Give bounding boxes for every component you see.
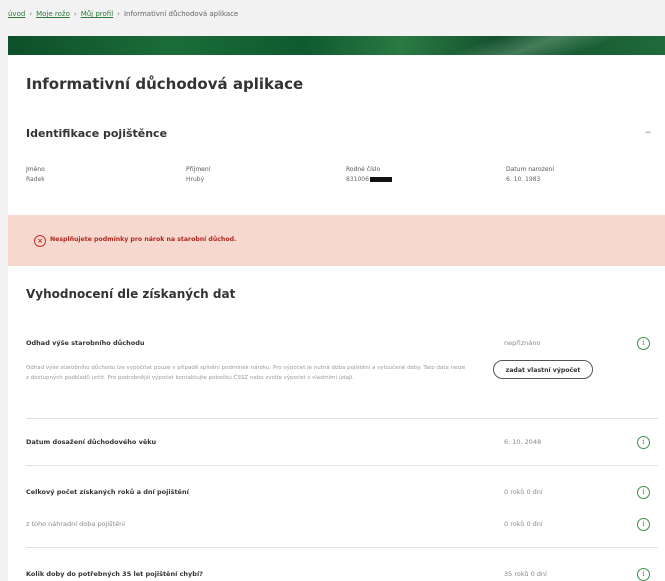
- error-icon: ×: [34, 235, 46, 247]
- breadcrumb-home[interactable]: úvod: [8, 10, 25, 18]
- row-value-retirement-age: 6. 10. 2048: [504, 438, 542, 446]
- breadcrumb-separator: ›: [117, 10, 120, 18]
- info-icon[interactable]: i: [637, 518, 650, 531]
- row-label-insurance-total: Celkový počet získaných roků a dní pojiš…: [26, 488, 189, 496]
- field-value: Hrubý: [186, 176, 205, 183]
- row-label-retirement-age: Datum dosažení důchodového věku: [26, 438, 157, 446]
- info-icon[interactable]: i: [637, 436, 650, 449]
- row-label-substitute-period: z toho náhradní doba pojištění: [26, 520, 126, 528]
- field-value: 6. 10. 1983: [506, 176, 541, 183]
- breadcrumb-moje[interactable]: Moje rožo: [36, 10, 70, 18]
- field-last-name: Příjmení Hrubý: [186, 166, 210, 183]
- info-icon[interactable]: i: [637, 568, 650, 581]
- custom-calculation-button[interactable]: zadat vlastní výpočet: [493, 360, 593, 379]
- divider: [26, 547, 658, 548]
- field-first-name: Jméno Radek: [26, 166, 45, 183]
- field-value: Radek: [26, 176, 45, 183]
- insured-section-title[interactable]: Identifikace pojištěnce: [26, 127, 167, 140]
- breadcrumb-separator: ›: [29, 10, 33, 18]
- breadcrumb-current: Informativní důchodová aplikace: [123, 10, 239, 18]
- field-label: Jméno: [26, 166, 45, 173]
- breadcrumb-separator: ›: [73, 10, 77, 18]
- divider: [26, 418, 658, 419]
- field-label: Datum narození: [506, 166, 554, 173]
- header-banner: [8, 36, 665, 55]
- breadcrumb: úvod › Moje rožo › Můj profil › Informativní d…: [8, 7, 238, 21]
- evaluation-title: Vyhodnocení dle získaných dat: [26, 287, 236, 301]
- row-value-insurance-total: 0 roků 0 dní: [504, 488, 543, 496]
- info-icon[interactable]: i: [637, 337, 650, 350]
- banner-decoration: [405, 36, 665, 55]
- row-value-pension-estimate: nepřiznáno: [504, 339, 541, 347]
- row-value-missing-years: 35 roků 0 dní: [504, 570, 547, 578]
- birth-number-visible: 831006: [346, 176, 369, 183]
- collapse-icon[interactable]: −: [642, 127, 654, 139]
- field-birth-date: Datum narození 6. 10. 1983: [506, 166, 554, 183]
- field-value: 831006: [346, 176, 392, 183]
- field-label: Příjmení: [186, 166, 211, 173]
- breadcrumb-profile[interactable]: Můj profil: [81, 10, 113, 18]
- redaction-bar: [369, 177, 392, 182]
- row-label-missing-years: Kolik doby do potřebných 35 let pojištěn…: [26, 570, 203, 578]
- divider: [26, 465, 658, 466]
- page-title: Informativní důchodová aplikace: [26, 75, 304, 93]
- row-value-substitute-period: 0 roků 0 dní: [504, 520, 543, 528]
- field-birth-number: Rodné číslo 831006: [346, 166, 392, 183]
- row-label-pension-estimate: Odhad výše starobního důchodu: [26, 339, 145, 347]
- row-description: Odhad výše starobního důchodu lze vypočí…: [26, 365, 466, 381]
- alert-message: Nesplňujete podmínky pro nárok na starob…: [50, 236, 237, 243]
- info-icon[interactable]: i: [637, 486, 650, 499]
- field-label: Rodné číslo: [346, 166, 381, 173]
- evaluation-card: [8, 266, 665, 581]
